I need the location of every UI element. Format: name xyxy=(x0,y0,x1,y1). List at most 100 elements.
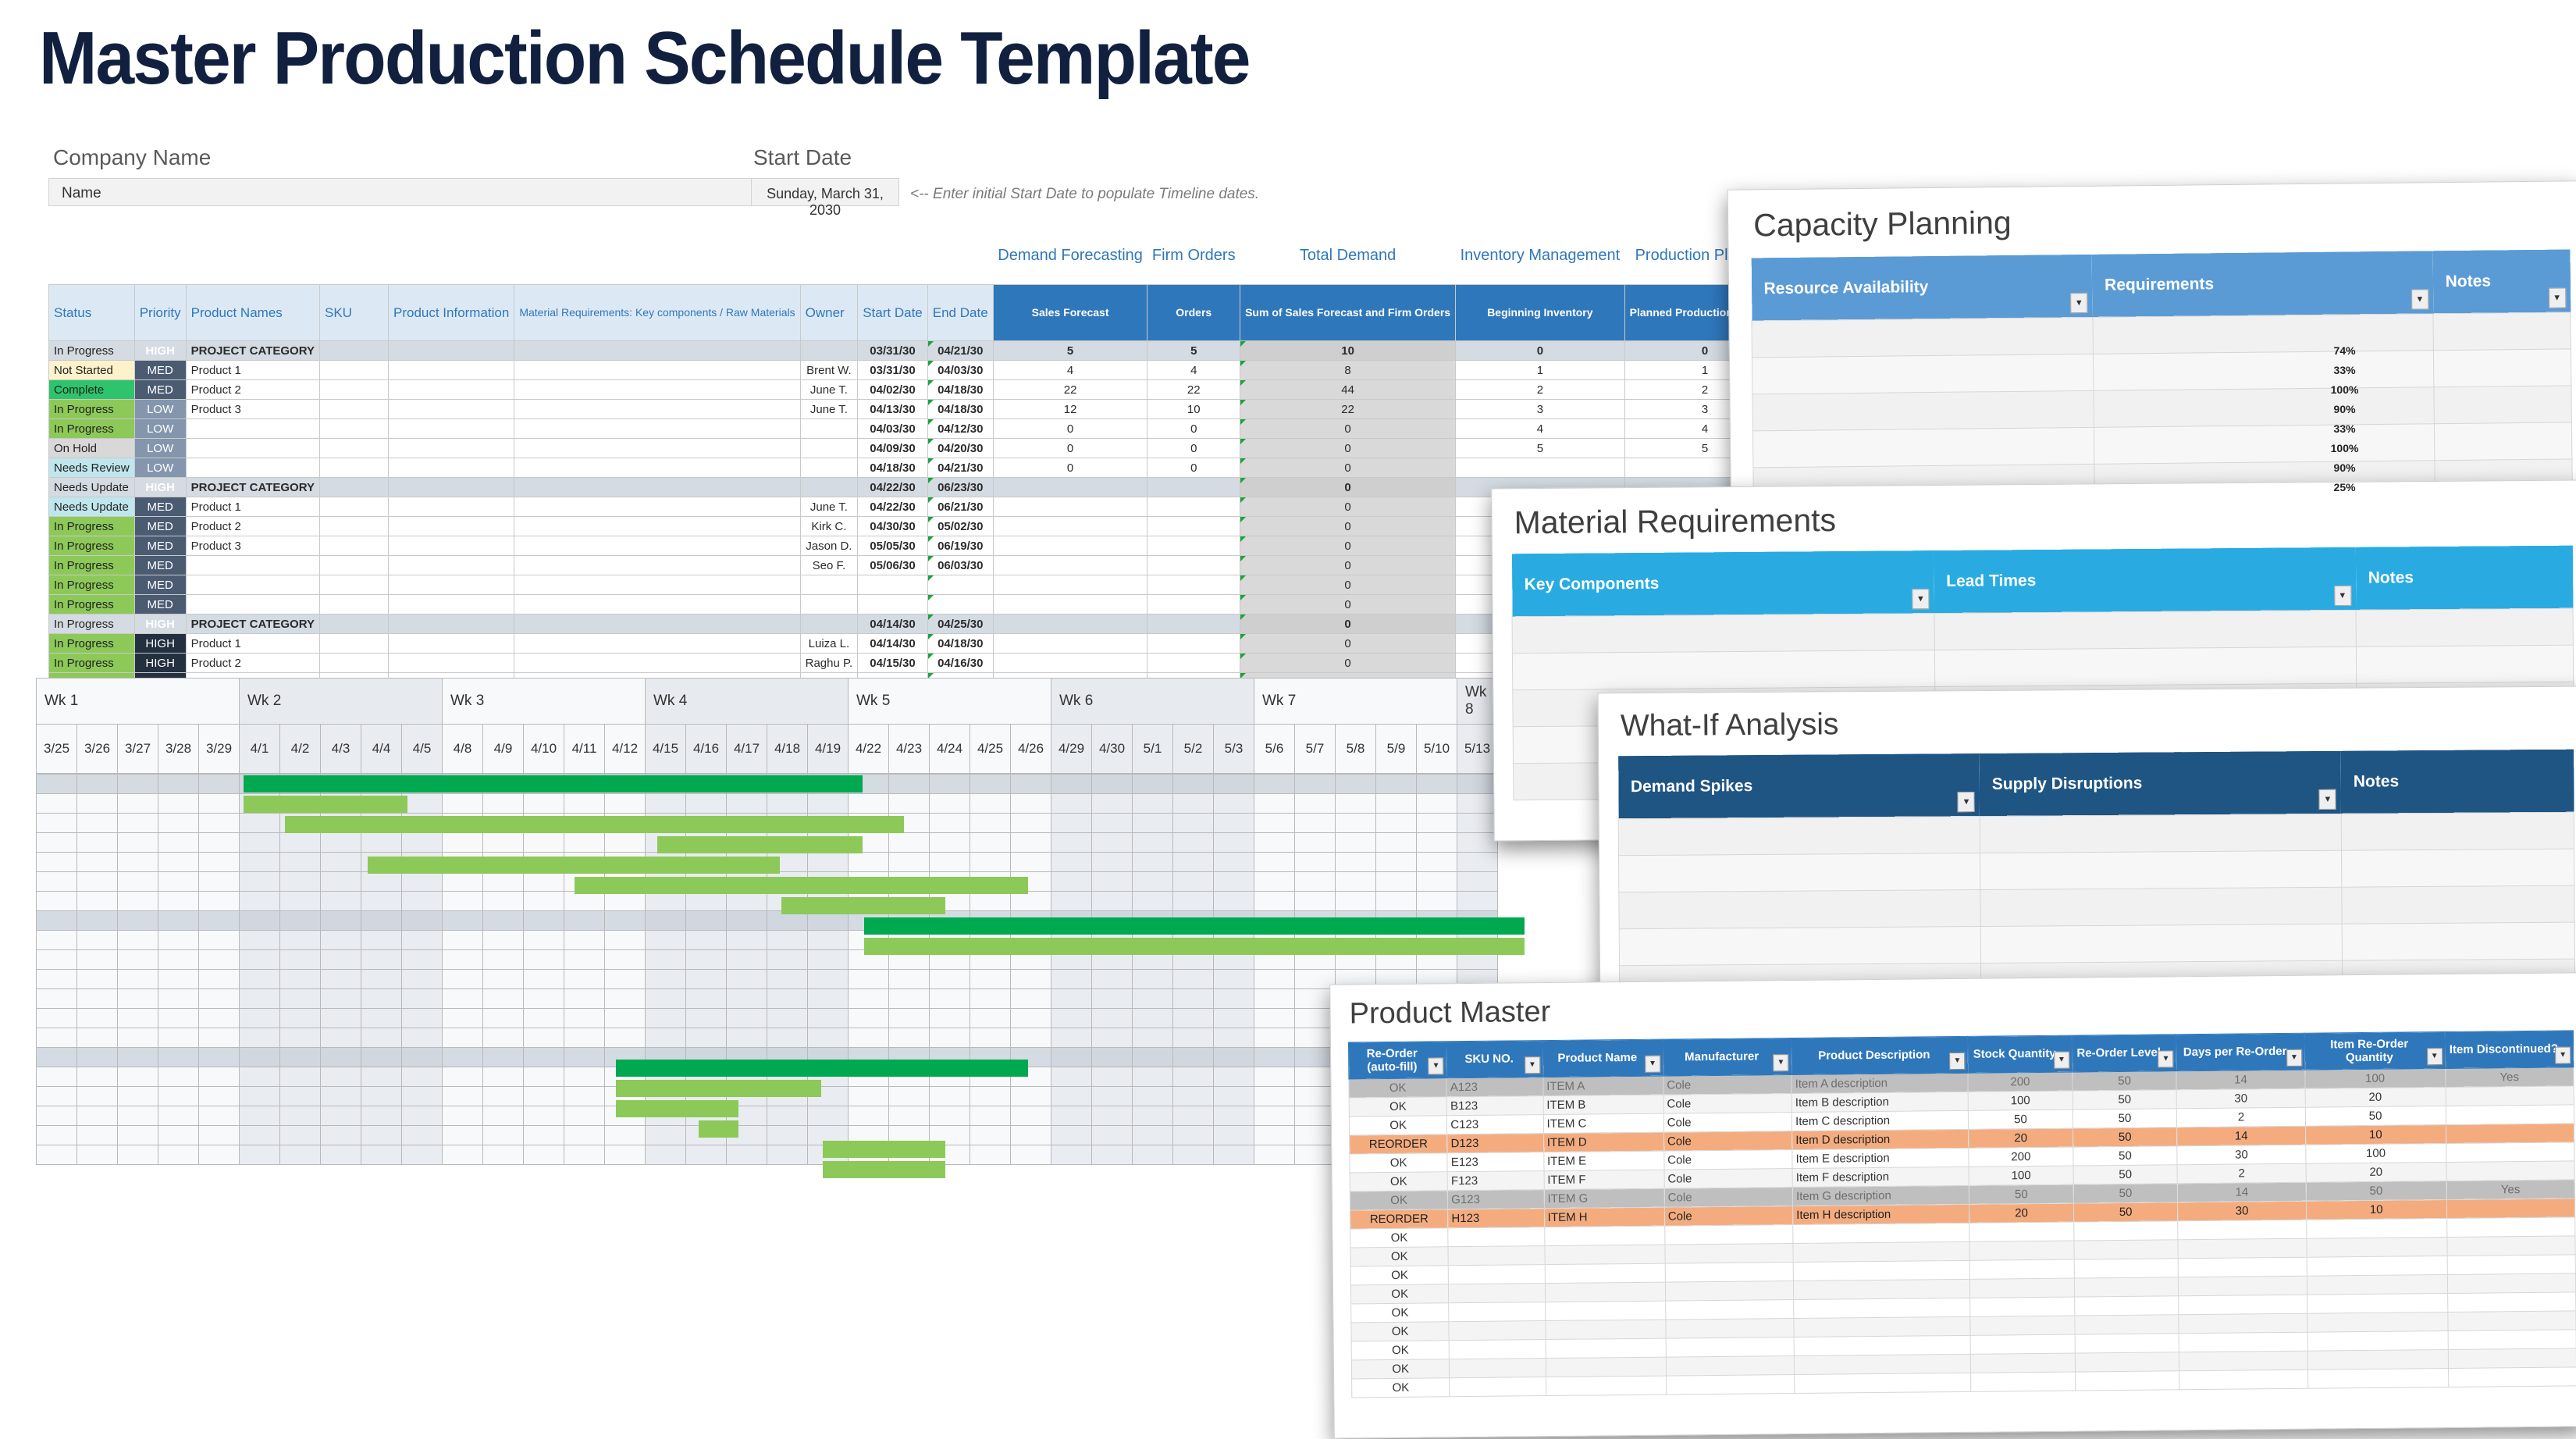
gantt-cell[interactable] xyxy=(1254,1145,1295,1165)
gantt-cell[interactable] xyxy=(645,1106,686,1126)
cell-orders[interactable] xyxy=(1147,653,1241,673)
cell-reorder-level[interactable] xyxy=(2075,1352,2179,1373)
gantt-cell[interactable] xyxy=(158,832,199,853)
gantt-cell[interactable] xyxy=(1051,774,1092,794)
filter-dropdown-icon[interactable]: ▼ xyxy=(1957,792,1976,813)
gantt-cell[interactable] xyxy=(1172,774,1214,794)
cell-manufacturer[interactable] xyxy=(1665,1299,1795,1320)
gantt-cell[interactable] xyxy=(158,1008,199,1028)
gantt-cell[interactable] xyxy=(1132,1028,1173,1048)
gantt-cell[interactable] xyxy=(401,774,443,794)
cell-manufacturer[interactable]: Cole xyxy=(1663,1093,1792,1114)
gantt-cell[interactable] xyxy=(564,1008,605,1028)
gantt-cell[interactable] xyxy=(807,891,849,911)
gantt-cell[interactable] xyxy=(1457,793,1498,814)
gantt-cell[interactable] xyxy=(361,793,402,814)
gantt-cell[interactable] xyxy=(1254,852,1295,872)
cell-status[interactable]: In Progress xyxy=(48,399,135,419)
cell-item-discontinued[interactable] xyxy=(2447,1310,2576,1331)
gantt-cell[interactable] xyxy=(279,891,321,911)
gantt-cell[interactable] xyxy=(523,871,564,892)
cell-sales-forecast[interactable]: 22 xyxy=(992,379,1148,400)
gantt-cell[interactable] xyxy=(1010,832,1051,853)
cell-product-description[interactable] xyxy=(1794,1316,1971,1337)
gantt-cell[interactable] xyxy=(76,1047,118,1067)
gantt-cell[interactable] xyxy=(279,949,321,970)
cell-product-description[interactable]: Item D description xyxy=(1791,1129,1969,1150)
cell-manufacturer[interactable] xyxy=(1665,1337,1795,1358)
gantt-cell[interactable] xyxy=(401,910,443,931)
gantt-cell[interactable] xyxy=(929,1028,970,1048)
cell-item-reorder-quantity[interactable] xyxy=(2306,1237,2447,1258)
gantt-cell[interactable] xyxy=(604,793,646,814)
gantt-cell[interactable] xyxy=(117,1125,158,1145)
gantt-cell[interactable] xyxy=(645,988,686,1009)
filter-dropdown-icon[interactable]: ▼ xyxy=(2286,1049,2303,1067)
panel-cell[interactable] xyxy=(2341,812,2574,851)
gantt-row[interactable] xyxy=(36,852,1498,872)
gantt-cell[interactable] xyxy=(279,832,321,853)
cell-sku[interactable] xyxy=(318,477,389,497)
gantt-cell[interactable] xyxy=(645,774,686,794)
gantt-cell[interactable] xyxy=(401,852,443,872)
cell-total-demand[interactable]: 0 xyxy=(1240,653,1457,673)
gantt-cell[interactable] xyxy=(726,871,767,892)
cell-product-name[interactable]: Product 2 xyxy=(185,516,320,536)
gantt-cell[interactable] xyxy=(645,793,686,814)
cell-sales-forecast[interactable] xyxy=(992,516,1148,536)
gantt-cell[interactable] xyxy=(1335,949,1376,970)
cell-status[interactable]: In Progress xyxy=(48,653,135,673)
gantt-cell[interactable] xyxy=(239,969,280,989)
gantt-cell[interactable] xyxy=(158,891,199,911)
gantt-cell[interactable] xyxy=(523,813,564,833)
gantt-cell[interactable] xyxy=(198,1106,240,1126)
cell-total-demand[interactable]: 0 xyxy=(1240,419,1457,439)
gantt-cell[interactable] xyxy=(158,852,199,872)
gantt-cell[interactable] xyxy=(1375,832,1417,853)
gantt-cell[interactable] xyxy=(320,1145,361,1165)
gantt-cell[interactable] xyxy=(726,852,767,872)
cell-product-name[interactable] xyxy=(1545,1301,1666,1321)
gantt-cell[interactable] xyxy=(117,871,158,892)
gantt-cell[interactable] xyxy=(1457,949,1498,970)
cell-reorder-level[interactable] xyxy=(2075,1370,2180,1391)
cell-sales-forecast[interactable] xyxy=(992,633,1148,654)
gantt-cell[interactable] xyxy=(970,852,1011,872)
gantt-cell[interactable] xyxy=(76,988,118,1009)
panel-cell[interactable] xyxy=(1980,887,2343,927)
product-master-column-header[interactable]: Stock Quantity ▼ xyxy=(1967,1035,2073,1074)
gantt-cell[interactable] xyxy=(807,774,849,794)
cell-product-information[interactable] xyxy=(387,399,515,419)
gantt-cell[interactable] xyxy=(1172,852,1214,872)
cell-orders[interactable] xyxy=(1147,477,1241,497)
gantt-cell[interactable] xyxy=(482,949,524,970)
gantt-cell[interactable] xyxy=(361,1067,402,1087)
cell-product-information[interactable] xyxy=(387,516,515,536)
gantt-cell[interactable] xyxy=(442,1125,483,1145)
cell-priority[interactable]: MED xyxy=(133,575,187,595)
cell-reorder-status[interactable]: OK xyxy=(1351,1359,1450,1379)
gantt-cell[interactable] xyxy=(807,969,849,989)
gantt-cell[interactable] xyxy=(1294,852,1336,872)
cell-sku[interactable] xyxy=(1449,1302,1546,1322)
gantt-cell[interactable] xyxy=(320,949,361,970)
cell-sku[interactable] xyxy=(1448,1227,1545,1247)
gantt-cell[interactable] xyxy=(929,930,970,950)
cell-start-date[interactable]: 04/30/30 xyxy=(857,516,928,536)
gantt-cell[interactable] xyxy=(604,910,646,931)
gantt-cell[interactable] xyxy=(645,871,686,892)
gantt-cell[interactable] xyxy=(198,832,240,853)
cell-sku[interactable] xyxy=(318,653,389,673)
gantt-cell[interactable] xyxy=(482,832,524,853)
gantt-cell[interactable] xyxy=(1051,1086,1092,1106)
gantt-cell[interactable] xyxy=(361,910,402,931)
gantt-cell[interactable] xyxy=(36,832,77,853)
gantt-cell[interactable] xyxy=(1091,852,1133,872)
gantt-cell[interactable] xyxy=(1051,1067,1092,1087)
gantt-cell[interactable] xyxy=(726,891,767,911)
cell-stock-quantity[interactable]: 50 xyxy=(1968,1110,2073,1130)
cell-stock-quantity[interactable] xyxy=(1969,1241,2074,1261)
gantt-cell[interactable] xyxy=(1213,793,1254,814)
gantt-cell[interactable] xyxy=(1213,871,1254,892)
gantt-cell[interactable] xyxy=(604,1086,646,1106)
